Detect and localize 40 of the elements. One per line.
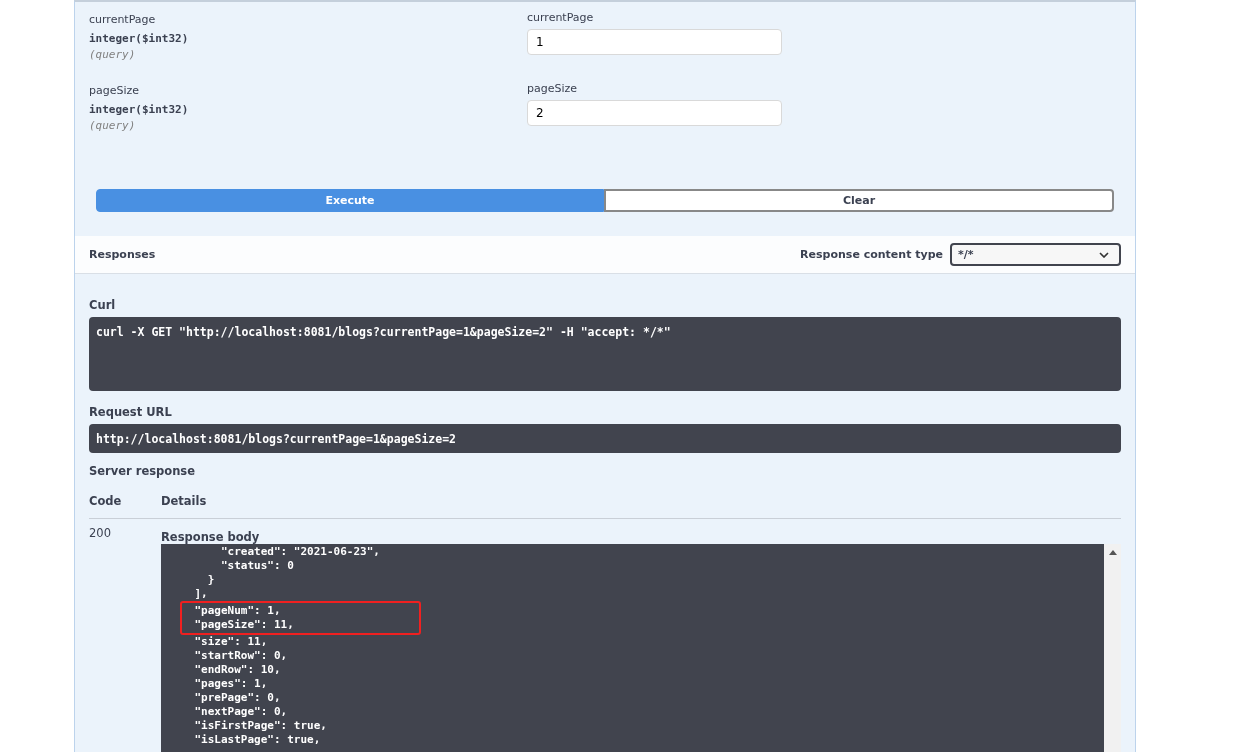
scroll-up-icon[interactable]	[1108, 550, 1117, 555]
section-label: Server response	[89, 464, 196, 478]
code-line: "nextPage": 0,	[193, 705, 288, 719]
field-label: currentPage	[527, 11, 595, 24]
section-label: Curl	[89, 298, 117, 312]
parameter-name: currentPage	[89, 13, 157, 26]
clear-button[interactable]: Clear	[604, 189, 1114, 212]
field-label: pageSize	[527, 82, 579, 95]
parameter-type: integer($int32)	[89, 32, 190, 45]
section-label: Request URL	[89, 405, 173, 419]
parameter-location: (query)	[89, 119, 137, 132]
curl-command: curl -X GET "http://localhost:8081/blogs?currentPage=1&pageSize=2" -H "accept: */*"	[89, 317, 1121, 391]
input-field[interactable]: 2	[527, 100, 782, 126]
code-line: "created": "2021-06-23",	[219, 545, 380, 559]
code-line: "status": 0	[219, 559, 294, 573]
parameter-location: (query)	[89, 48, 137, 61]
code-line: }	[206, 573, 215, 587]
code-line: ],	[193, 587, 208, 601]
code-line: "isLastPage": true,	[193, 733, 321, 747]
input-field[interactable]: 1	[527, 29, 782, 55]
request-url: http://localhost:8081/blogs?currentPage=1&pageSize=2	[89, 424, 1121, 453]
column-header: Code	[89, 494, 123, 508]
parameter-name: pageSize	[89, 84, 141, 97]
code-line: "size": 11,	[193, 635, 268, 649]
code-line: "endRow": 10,	[193, 663, 281, 677]
section-label: Response body	[161, 530, 261, 544]
parameter-type: integer($int32)	[89, 103, 190, 116]
scrollbar[interactable]	[1104, 544, 1121, 752]
column-header: Details	[161, 494, 208, 508]
code-line: "prePage": 0,	[193, 691, 281, 705]
chevron-down-icon	[1099, 251, 1109, 258]
content-type-select[interactable]: */*	[950, 243, 1121, 266]
code-line: "startRow": 0,	[193, 649, 288, 663]
section-title: Responses	[89, 248, 156, 261]
code-line: "pageNum": 1,	[193, 604, 281, 618]
code-line: "pageSize": 11,	[193, 618, 294, 632]
code-line: "pages": 1,	[193, 677, 268, 691]
field-label: Response content type	[800, 248, 943, 261]
code-line: "isFirstPage": true,	[193, 719, 327, 733]
status-code: 200	[89, 526, 112, 542]
